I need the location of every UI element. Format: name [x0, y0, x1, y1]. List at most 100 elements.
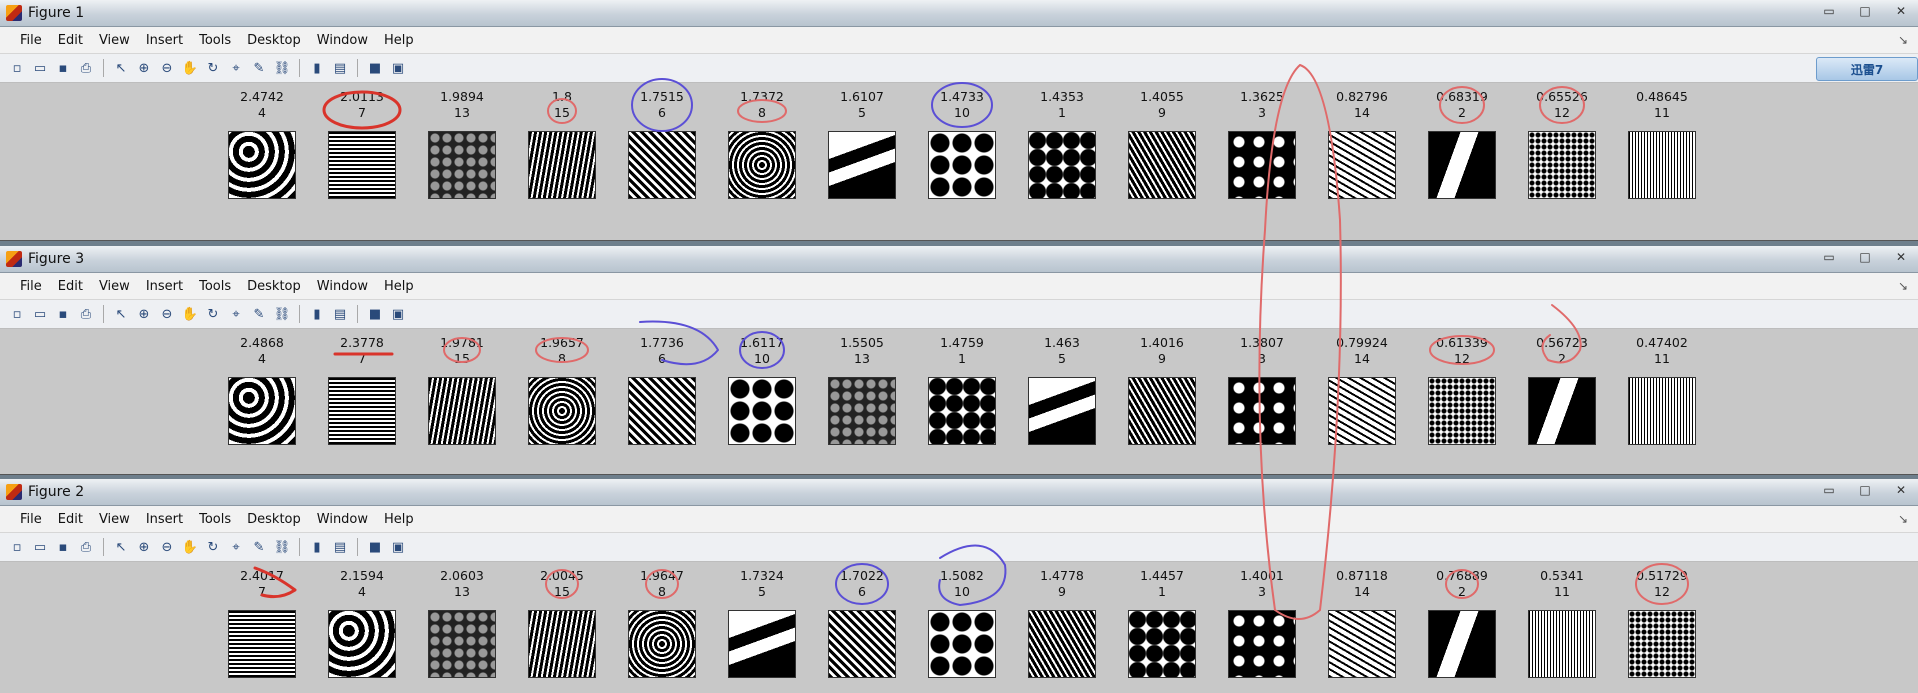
minimize-button[interactable]: ▭	[1818, 3, 1840, 20]
menu-item-help[interactable]: Help	[376, 279, 422, 294]
menu-item-window[interactable]: Window	[309, 33, 376, 48]
link-icon[interactable]: ⛓	[273, 59, 291, 77]
menu-item-tools[interactable]: Tools	[191, 279, 239, 294]
legend-icon[interactable]: ▤	[331, 538, 349, 556]
menu-item-tools[interactable]: Tools	[191, 33, 239, 48]
data-cursor-icon[interactable]: ⌖	[227, 305, 245, 323]
subplot-score: 1.3625	[1240, 89, 1284, 104]
pan-icon[interactable]: ✋	[181, 59, 199, 77]
save-icon[interactable]: ▪	[54, 538, 72, 556]
menu-item-insert[interactable]: Insert	[138, 279, 191, 294]
data-cursor-icon[interactable]: ⌖	[227, 538, 245, 556]
colorbar-icon[interactable]: ▮	[308, 305, 326, 323]
dock-arrow-icon[interactable]: ↘	[1898, 33, 1908, 47]
subplot-index: 9	[1158, 351, 1166, 366]
print-icon[interactable]: ⎙	[77, 59, 95, 77]
subplot-index: 14	[1354, 351, 1370, 366]
menu-item-insert[interactable]: Insert	[138, 33, 191, 48]
menu-item-view[interactable]: View	[91, 33, 138, 48]
subplot: 1.9647 8	[627, 568, 697, 678]
rotate-icon[interactable]: ↻	[204, 305, 222, 323]
menu-item-window[interactable]: Window	[309, 279, 376, 294]
brush-icon[interactable]: ✎	[250, 305, 268, 323]
zoom-in-icon[interactable]: ⊕	[135, 59, 153, 77]
brush-icon[interactable]: ✎	[250, 538, 268, 556]
menu-item-view[interactable]: View	[91, 512, 138, 527]
plot-area: 2.4868 4 2.3778 7 1.9781 15 1.9657 8 1.7736 6 1.61…	[0, 329, 1918, 474]
menu-item-tools[interactable]: Tools	[191, 512, 239, 527]
pointer-icon[interactable]: ↖	[112, 538, 130, 556]
menu-item-desktop[interactable]: Desktop	[239, 279, 309, 294]
subplot-index: 14	[1354, 584, 1370, 599]
menu-item-edit[interactable]: Edit	[50, 33, 91, 48]
open-folder-icon[interactable]: ▭	[31, 538, 49, 556]
legend-icon[interactable]: ▤	[331, 305, 349, 323]
menu-item-file[interactable]: File	[12, 279, 50, 294]
print-icon[interactable]: ⎙	[77, 305, 95, 323]
open-folder-icon[interactable]: ▭	[31, 59, 49, 77]
subplot-score: 2.3778	[340, 335, 384, 350]
menu-item-desktop[interactable]: Desktop	[239, 33, 309, 48]
zoom-in-icon[interactable]: ⊕	[135, 538, 153, 556]
menu-item-file[interactable]: File	[12, 512, 50, 527]
pan-icon[interactable]: ✋	[181, 305, 199, 323]
subplot: 0.51729 12	[1627, 568, 1697, 678]
new-file-icon[interactable]: ▫	[8, 305, 26, 323]
pointer-icon[interactable]: ↖	[112, 305, 130, 323]
menu-item-view[interactable]: View	[91, 279, 138, 294]
menu-item-window[interactable]: Window	[309, 512, 376, 527]
hide-plot-tools-icon[interactable]: ■	[366, 59, 384, 77]
open-folder-icon[interactable]: ▭	[31, 305, 49, 323]
show-plot-tools-icon[interactable]: ▣	[389, 305, 407, 323]
zoom-in-icon[interactable]: ⊕	[135, 305, 153, 323]
zoom-out-icon[interactable]: ⊖	[158, 59, 176, 77]
minimize-button[interactable]: ▭	[1818, 482, 1840, 499]
close-button[interactable]: ✕	[1890, 482, 1912, 499]
maximize-button[interactable]: □	[1854, 249, 1876, 266]
hide-plot-tools-icon[interactable]: ■	[366, 538, 384, 556]
dock-arrow-icon[interactable]: ↘	[1898, 512, 1908, 526]
menu-item-edit[interactable]: Edit	[50, 279, 91, 294]
subplot-score: 2.4017	[240, 568, 284, 583]
pan-icon[interactable]: ✋	[181, 538, 199, 556]
hide-plot-tools-icon[interactable]: ■	[366, 305, 384, 323]
texture-image	[1228, 610, 1296, 678]
close-button[interactable]: ✕	[1890, 249, 1912, 266]
minimize-button[interactable]: ▭	[1818, 249, 1840, 266]
link-icon[interactable]: ⛓	[273, 305, 291, 323]
dock-arrow-icon[interactable]: ↘	[1898, 279, 1908, 293]
zoom-out-icon[interactable]: ⊖	[158, 538, 176, 556]
menu-item-edit[interactable]: Edit	[50, 512, 91, 527]
rotate-icon[interactable]: ↻	[204, 59, 222, 77]
toolbar-separator	[357, 538, 358, 556]
show-plot-tools-icon[interactable]: ▣	[389, 538, 407, 556]
colorbar-icon[interactable]: ▮	[308, 538, 326, 556]
brush-icon[interactable]: ✎	[250, 59, 268, 77]
rotate-icon[interactable]: ↻	[204, 538, 222, 556]
data-cursor-icon[interactable]: ⌖	[227, 59, 245, 77]
maximize-button[interactable]: □	[1854, 482, 1876, 499]
close-button[interactable]: ✕	[1890, 3, 1912, 20]
new-file-icon[interactable]: ▫	[8, 59, 26, 77]
print-icon[interactable]: ⎙	[77, 538, 95, 556]
subplot: 1.3625 3	[1227, 89, 1297, 199]
menu-item-insert[interactable]: Insert	[138, 512, 191, 527]
show-plot-tools-icon[interactable]: ▣	[389, 59, 407, 77]
save-icon[interactable]: ▪	[54, 59, 72, 77]
new-file-icon[interactable]: ▫	[8, 538, 26, 556]
subplot-score: 1.4055	[1140, 89, 1184, 104]
menu-item-help[interactable]: Help	[376, 33, 422, 48]
menu-item-desktop[interactable]: Desktop	[239, 512, 309, 527]
legend-icon[interactable]: ▤	[331, 59, 349, 77]
maximize-button[interactable]: □	[1854, 3, 1876, 20]
link-icon[interactable]: ⛓	[273, 538, 291, 556]
colorbar-icon[interactable]: ▮	[308, 59, 326, 77]
texture-image	[1228, 131, 1296, 199]
menu-item-help[interactable]: Help	[376, 512, 422, 527]
thunder-badge[interactable]: 迅雷7	[1816, 57, 1918, 81]
pointer-icon[interactable]: ↖	[112, 59, 130, 77]
menu-item-file[interactable]: File	[12, 33, 50, 48]
save-icon[interactable]: ▪	[54, 305, 72, 323]
zoom-out-icon[interactable]: ⊖	[158, 305, 176, 323]
subplot-index: 12	[1654, 584, 1670, 599]
